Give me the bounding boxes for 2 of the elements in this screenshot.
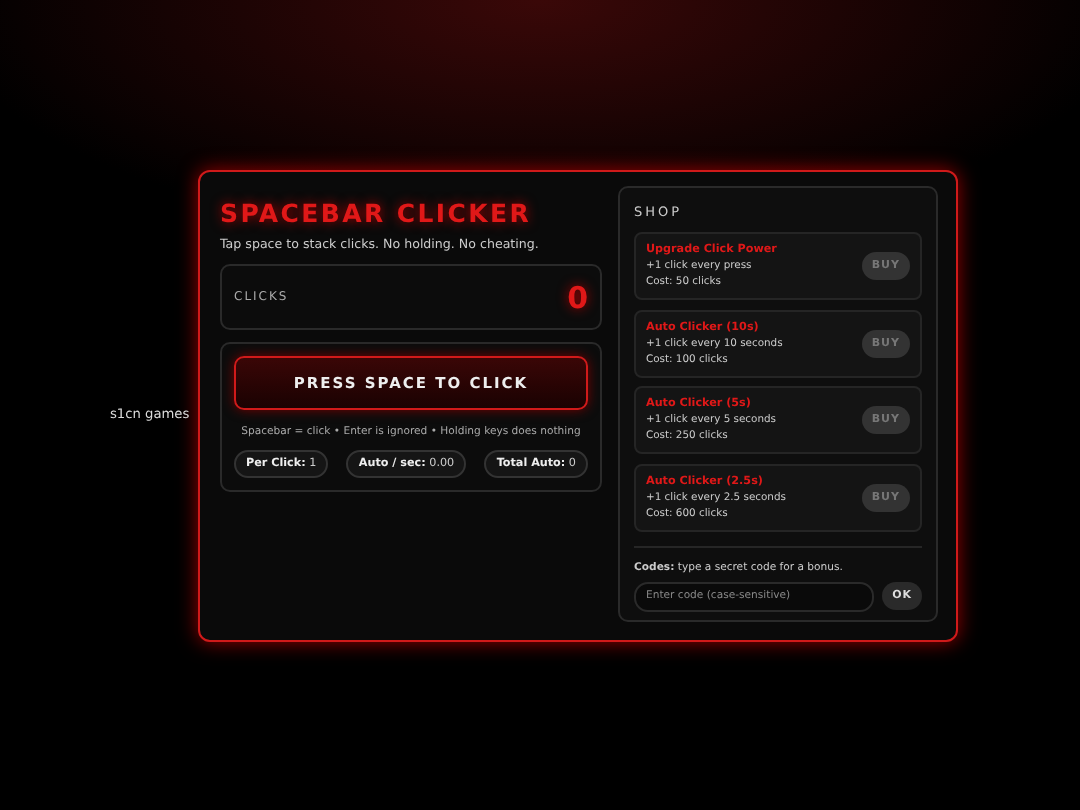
game-title: SPACEBAR CLICKER	[220, 198, 534, 228]
counter-value: 0	[567, 279, 588, 315]
